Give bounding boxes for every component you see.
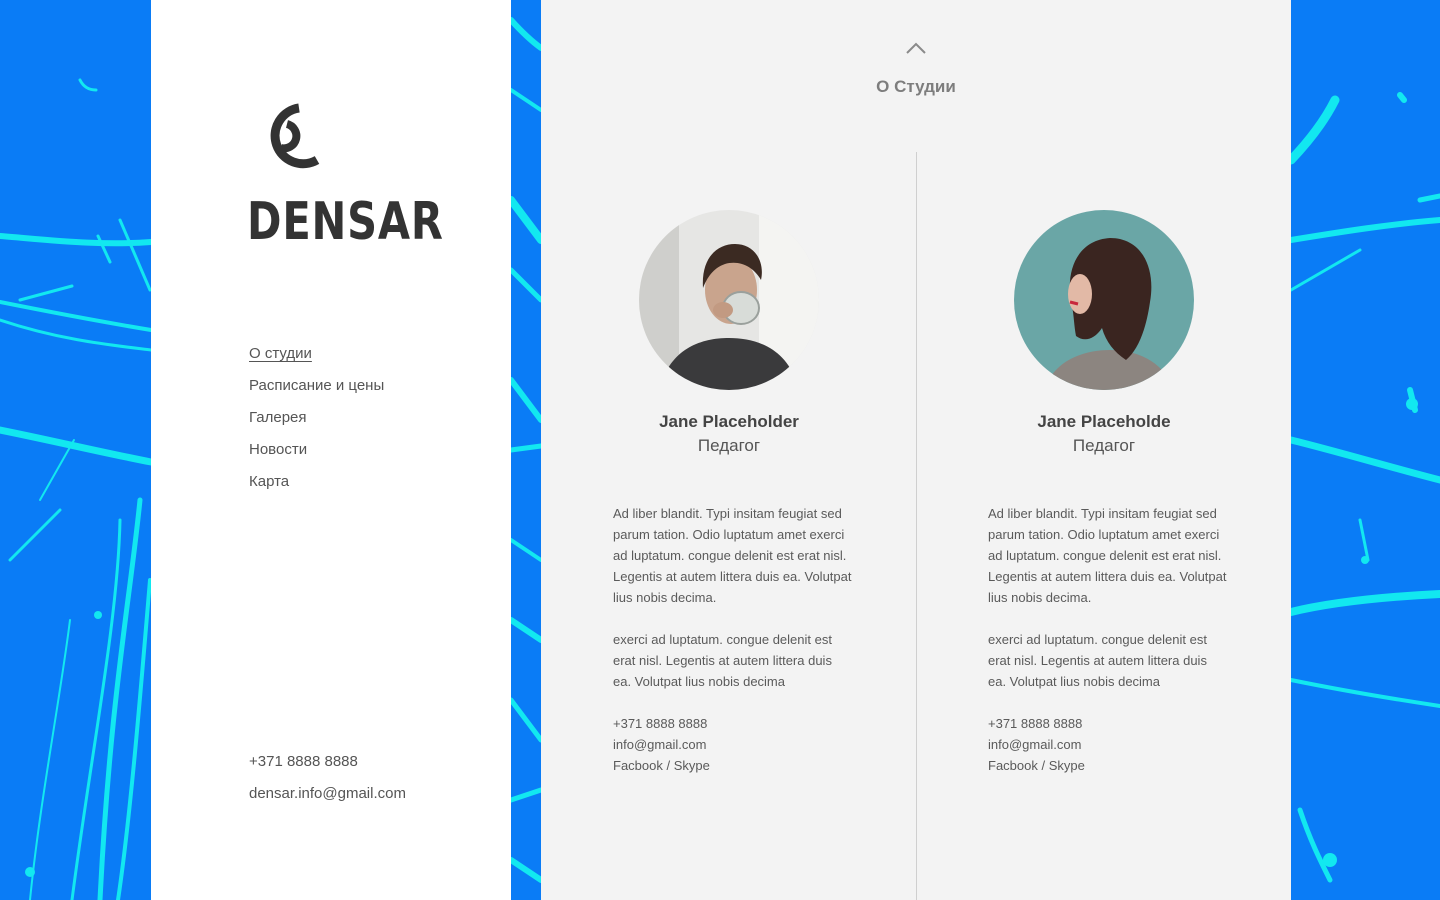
member-bio: Ad liber blandit. Typi insitam feugiat s… — [988, 506, 1227, 605]
nav-item-label: Новости — [249, 441, 308, 458]
member-social[interactable]: Facbook / Skype — [988, 755, 1228, 776]
nav-item-schedule-prices[interactable]: Расписание и цены — [249, 370, 384, 402]
member-email[interactable]: info@gmail.com — [613, 734, 853, 755]
nav-item-label: Галерея — [249, 409, 307, 426]
portrait-photo — [639, 210, 819, 390]
member-phone[interactable]: +371 8888 8888 — [613, 713, 853, 734]
member-contacts: +371 8888 8888 info@gmail.com Facbook / … — [613, 713, 853, 776]
sidebar-contacts: +371 8888 8888 densar.info@gmail.com — [249, 746, 406, 810]
member-bio-extra: exerci ad luptatum. congue delenit est e… — [613, 632, 832, 689]
member-email[interactable]: info@gmail.com — [988, 734, 1228, 755]
page: DENSAR О студии Расписание и цены Галере… — [0, 0, 1440, 900]
nav-item-gallery[interactable]: Галерея — [249, 402, 384, 434]
nav-item-map[interactable]: Карта — [249, 466, 384, 498]
about-panel: О Студии Jane Placeholder Педагог Ad lib… — [541, 0, 1291, 900]
member-role: Педагог — [1072, 436, 1136, 455]
concentric-c-logo-icon[interactable] — [247, 96, 323, 172]
avatar — [1014, 210, 1194, 390]
nav-item-label: Расписание и цены — [249, 377, 385, 394]
member-social[interactable]: Facbook / Skype — [613, 755, 853, 776]
member-bio: Ad liber blandit. Typi insitam feugiat s… — [613, 506, 852, 605]
member-bio-extra: exerci ad luptatum. congue delenit est e… — [988, 632, 1207, 689]
portrait-photo — [1014, 210, 1194, 390]
avatar — [639, 210, 819, 390]
brand-name[interactable]: DENSAR — [247, 192, 444, 252]
main-nav: О студии Расписание и цены Галерея Новос… — [249, 338, 384, 498]
section-title: О Студии — [876, 77, 956, 96]
nav-item-label: Карта — [249, 473, 290, 490]
member-name: Jane Placeholder — [659, 412, 799, 431]
sidebar-phone[interactable]: +371 8888 8888 — [249, 746, 406, 778]
member-contacts: +371 8888 8888 info@gmail.com Facbook / … — [988, 713, 1228, 776]
member-name: Jane Placeholde — [1037, 412, 1171, 431]
sidebar-email[interactable]: densar.info@gmail.com — [249, 778, 406, 810]
member-phone[interactable]: +371 8888 8888 — [988, 713, 1228, 734]
member-role: Педагог — [697, 436, 761, 455]
column-divider — [916, 152, 917, 900]
nav-item-news[interactable]: Новости — [249, 434, 384, 466]
sidebar: DENSAR О студии Расписание и цены Галере… — [151, 0, 511, 900]
nav-item-label: О студии — [249, 345, 312, 362]
chevron-up-icon[interactable] — [905, 40, 927, 56]
nav-item-about[interactable]: О студии — [249, 338, 384, 370]
